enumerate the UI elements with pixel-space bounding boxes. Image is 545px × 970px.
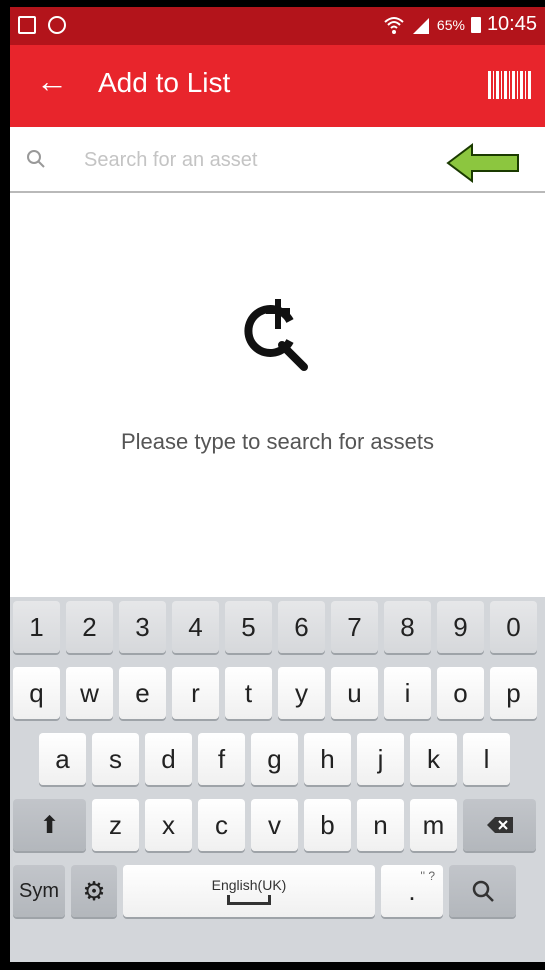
phone-screen: 65% 10:45 ← Add to List Please type to s…: [10, 7, 545, 962]
device-frame: 65% 10:45 ← Add to List Please type to s…: [0, 0, 545, 970]
key-e[interactable]: e: [119, 667, 166, 719]
key-7[interactable]: 7: [331, 601, 378, 653]
search-icon: [27, 150, 45, 168]
key-l[interactable]: l: [463, 733, 510, 785]
key-m[interactable]: m: [410, 799, 457, 851]
space-icon: [227, 895, 271, 905]
keyboard-row-2: a s d f g h j k l: [10, 731, 545, 787]
key-f[interactable]: f: [198, 733, 245, 785]
settings-key[interactable]: ⚙: [71, 865, 117, 917]
search-key[interactable]: [449, 865, 516, 917]
key-5[interactable]: 5: [225, 601, 272, 653]
key-1[interactable]: 1: [13, 601, 60, 653]
key-q[interactable]: q: [13, 667, 60, 719]
barcode-icon[interactable]: [488, 71, 531, 99]
gear-icon: ⚙: [82, 875, 106, 906]
screenshot-icon: [18, 16, 36, 34]
key-h[interactable]: h: [304, 733, 351, 785]
key-y[interactable]: y: [278, 667, 325, 719]
soft-keyboard: 1 2 3 4 5 6 7 8 9 0 q w e r t y u i o p …: [10, 597, 545, 962]
key-x[interactable]: x: [145, 799, 192, 851]
key-p[interactable]: p: [490, 667, 537, 719]
key-g[interactable]: g: [251, 733, 298, 785]
keyboard-bottom-row: Sym ⚙ English(UK) . '' ?: [10, 863, 545, 919]
key-s[interactable]: s: [92, 733, 139, 785]
key-9[interactable]: 9: [437, 601, 484, 653]
backspace-key[interactable]: [463, 799, 536, 851]
status-bar: 65% 10:45: [10, 7, 545, 45]
key-r[interactable]: r: [172, 667, 219, 719]
key-4[interactable]: 4: [172, 601, 219, 653]
search-input[interactable]: [84, 141, 464, 179]
power-icon: [48, 16, 66, 34]
key-t[interactable]: t: [225, 667, 272, 719]
back-button[interactable]: ←: [36, 65, 68, 97]
key-i[interactable]: i: [384, 667, 431, 719]
empty-state-message: Please type to search for assets: [120, 429, 435, 454]
keyboard-number-row: 1 2 3 4 5 6 7 8 9 0: [10, 599, 545, 655]
key-3[interactable]: 3: [119, 601, 166, 653]
sym-key[interactable]: Sym: [13, 865, 65, 917]
period-key[interactable]: . '' ?: [381, 865, 443, 917]
key-6[interactable]: 6: [278, 601, 325, 653]
backspace-icon: [486, 817, 513, 833]
period-key-label: .: [408, 875, 416, 906]
status-time: 10:45: [486, 13, 537, 35]
shift-key[interactable]: ⬆: [13, 799, 86, 851]
key-2[interactable]: 2: [66, 601, 113, 653]
key-d[interactable]: d: [145, 733, 192, 785]
annotation-arrow-icon: [446, 143, 519, 183]
key-0[interactable]: 0: [490, 601, 537, 653]
search-add-icon: [244, 299, 308, 371]
keyboard-row-3: ⬆ z x c v b n m: [10, 797, 545, 853]
signal-icon: [412, 17, 429, 34]
key-b[interactable]: b: [304, 799, 351, 851]
wifi-icon: [384, 16, 404, 34]
page-title: Add to List: [98, 67, 231, 98]
period-key-alt: '' ?: [420, 869, 435, 883]
key-j[interactable]: j: [357, 733, 404, 785]
key-k[interactable]: k: [410, 733, 457, 785]
key-v[interactable]: v: [251, 799, 298, 851]
key-u[interactable]: u: [331, 667, 378, 719]
key-8[interactable]: 8: [384, 601, 431, 653]
space-key[interactable]: English(UK): [123, 865, 375, 917]
key-z[interactable]: z: [92, 799, 139, 851]
key-n[interactable]: n: [357, 799, 404, 851]
search-icon: [472, 880, 494, 902]
key-w[interactable]: w: [66, 667, 113, 719]
app-bar: ← Add to List: [10, 45, 545, 127]
shift-icon: ⬆: [39, 811, 60, 839]
battery-percent: 65%: [436, 16, 465, 33]
space-key-label: English(UK): [211, 877, 287, 893]
key-a[interactable]: a: [39, 733, 86, 785]
keyboard-row-1: q w e r t y u i o p: [10, 665, 545, 721]
key-o[interactable]: o: [437, 667, 484, 719]
arrow-left-icon: ←: [36, 63, 68, 99]
battery-icon: [470, 16, 481, 33]
key-c[interactable]: c: [198, 799, 245, 851]
